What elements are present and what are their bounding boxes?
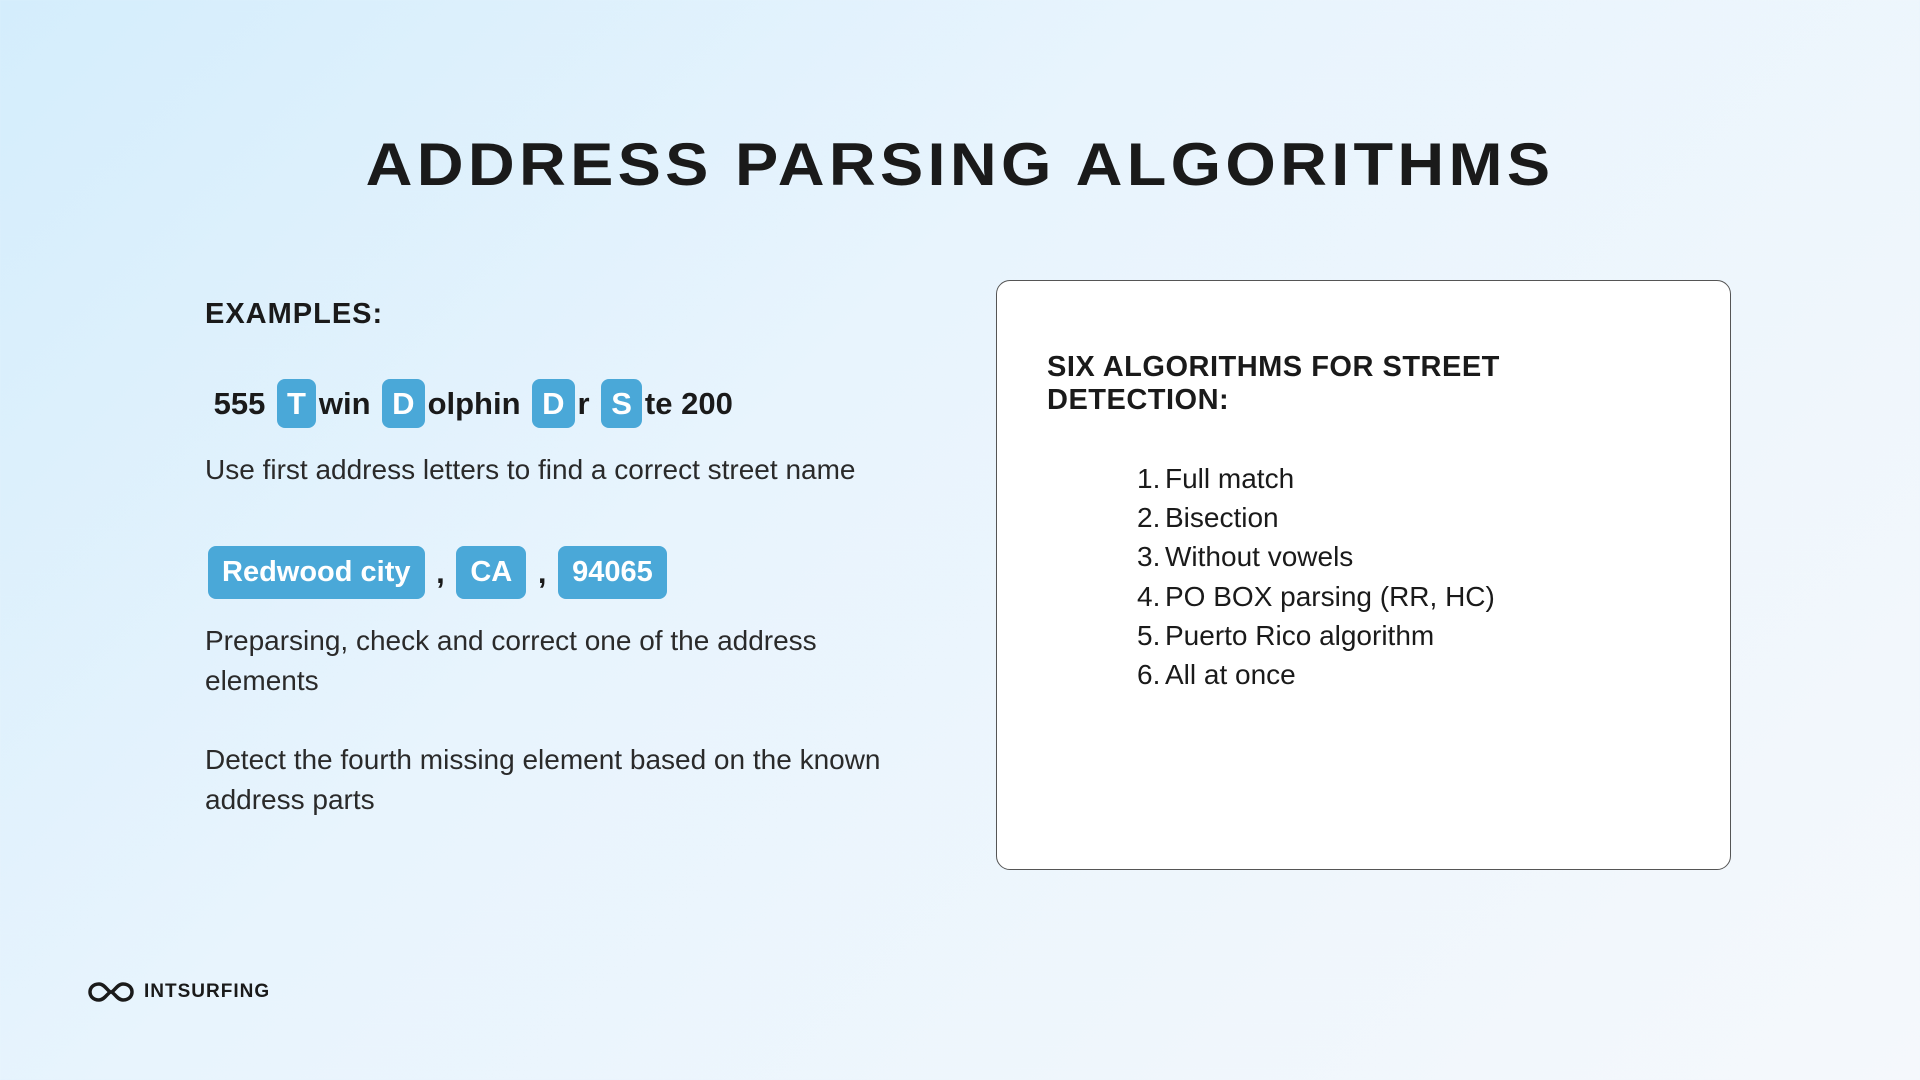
algorithm-label: Full match xyxy=(1165,463,1294,494)
infinity-icon xyxy=(88,980,134,1004)
highlight-chip: Redwood city xyxy=(208,546,425,599)
address-text-segment: te 200 xyxy=(645,382,733,425)
address-text-segment: olphin xyxy=(428,382,530,425)
algorithm-item: 2.Bisection xyxy=(1137,498,1680,537)
algorithm-label: Without vowels xyxy=(1165,541,1353,572)
example-1-address: 555 Twin Dolphin Dr Ste 200 xyxy=(205,379,925,428)
address-text-segment: r xyxy=(578,382,599,425)
algorithm-label: Puerto Rico algorithm xyxy=(1165,620,1434,651)
list-number: 3. xyxy=(1137,537,1160,576)
algorithm-item: 3.Without vowels xyxy=(1137,537,1680,576)
address-text-segment: , xyxy=(529,551,555,594)
highlight-chip: S xyxy=(601,379,642,428)
brand-name: INTSURFING xyxy=(144,981,270,1003)
examples-heading: EXAMPLES: xyxy=(205,298,925,331)
highlight-chip: D xyxy=(382,379,424,428)
address-text-segment: 555 xyxy=(205,382,274,425)
algorithm-item: 4.PO BOX parsing (RR, HC) xyxy=(1137,577,1680,616)
algorithm-item: 6.All at once xyxy=(1137,655,1680,694)
algorithms-list: 1.Full match2.Bisection3.Without vowels4… xyxy=(1047,459,1680,694)
page-title: ADDRESS PARSING ALGORITHMS xyxy=(0,130,1920,199)
highlight-chip: D xyxy=(532,379,574,428)
algorithm-item: 5.Puerto Rico algorithm xyxy=(1137,616,1680,655)
algorithms-card: SIX ALGORITHMS FOR STREET DETECTION: 1.F… xyxy=(996,280,1731,870)
list-number: 6. xyxy=(1137,655,1160,694)
example-2-description-1: Preparsing, check and correct one of the… xyxy=(205,621,925,702)
address-text-segment: , xyxy=(428,551,454,594)
highlight-chip: 94065 xyxy=(558,546,667,599)
algorithm-item: 1.Full match xyxy=(1137,459,1680,498)
algorithm-label: Bisection xyxy=(1165,502,1279,533)
examples-column: EXAMPLES: 555 Twin Dolphin Dr Ste 200 Us… xyxy=(205,298,925,859)
brand-logo: INTSURFING xyxy=(88,980,270,1004)
example-2-address: Redwood city , CA , 94065 xyxy=(205,546,925,599)
list-number: 5. xyxy=(1137,616,1160,655)
algorithms-card-title: SIX ALGORITHMS FOR STREET DETECTION: xyxy=(1047,351,1680,417)
list-number: 1. xyxy=(1137,459,1160,498)
algorithm-label: PO BOX parsing (RR, HC) xyxy=(1165,581,1495,612)
example-2-description-2: Detect the fourth missing element based … xyxy=(205,740,925,821)
list-number: 2. xyxy=(1137,498,1160,537)
list-number: 4. xyxy=(1137,577,1160,616)
address-text-segment: win xyxy=(319,382,379,425)
example-1-description: Use first address letters to find a corr… xyxy=(205,450,925,491)
highlight-chip: T xyxy=(277,379,316,428)
highlight-chip: CA xyxy=(456,546,526,599)
algorithm-label: All at once xyxy=(1165,659,1296,690)
